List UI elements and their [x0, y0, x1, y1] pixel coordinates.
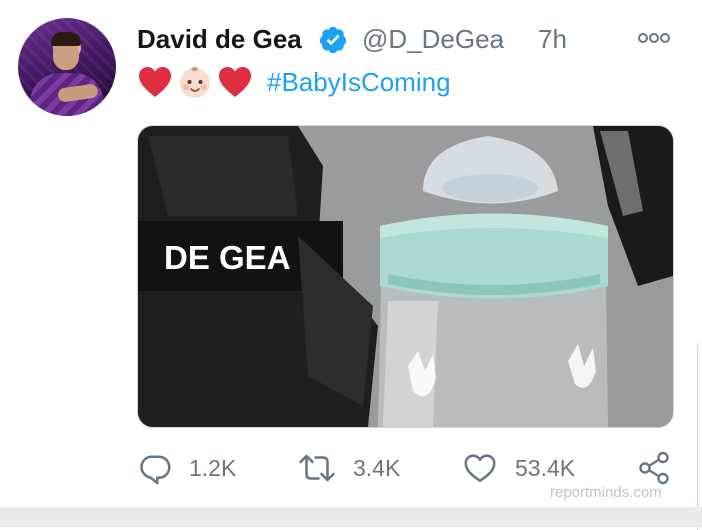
- like-count: 53.4K: [515, 454, 576, 481]
- red-heart-icon: [139, 67, 171, 97]
- watermark: reportminds.com: [550, 484, 662, 501]
- retweet-icon: [299, 454, 335, 482]
- hashtag-link[interactable]: #BabyIsComing: [267, 67, 451, 98]
- avatar[interactable]: [18, 18, 116, 116]
- reply-action[interactable]: 1.2K: [137, 449, 236, 487]
- tweet-photo[interactable]: DE GEA: [137, 125, 674, 428]
- avatar-hair: [51, 32, 81, 46]
- photo-scene: DE GEA: [138, 126, 673, 427]
- timestamp[interactable]: 7h: [538, 24, 567, 55]
- baby-face-icon: [180, 67, 210, 98]
- timeline-divider: [0, 507, 702, 527]
- separator-dot: ·: [497, 24, 506, 54]
- reply-count: 1.2K: [189, 454, 237, 481]
- red-heart-icon: [219, 67, 251, 97]
- retweet-count: 3.4K: [353, 454, 401, 481]
- share-action[interactable]: [636, 449, 672, 487]
- glove-brand-text: DE GEA: [164, 239, 291, 276]
- adjacent-card-edge: [697, 340, 702, 530]
- retweet-action[interactable]: 3.4K: [297, 449, 400, 487]
- like-icon: [464, 454, 496, 483]
- tweet-emojis: [137, 63, 253, 101]
- more-options-icon[interactable]: [636, 30, 672, 46]
- author-handle[interactable]: @D_DeGea: [362, 24, 504, 55]
- reply-icon: [140, 455, 171, 485]
- verified-badge-icon: [319, 26, 347, 54]
- like-action[interactable]: 53.4K: [461, 449, 575, 487]
- share-icon: [639, 451, 669, 485]
- author-name[interactable]: David de Gea: [137, 24, 302, 55]
